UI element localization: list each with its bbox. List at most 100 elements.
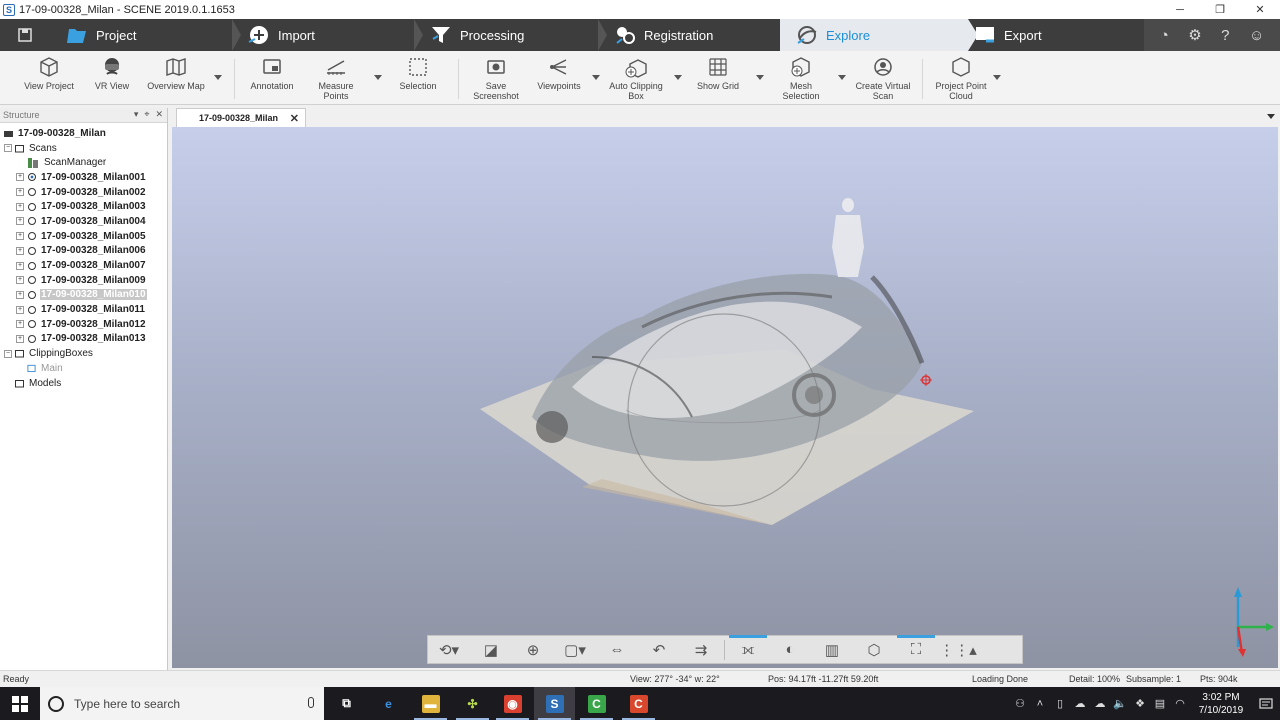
slice-button[interactable]: ▥ bbox=[811, 636, 853, 663]
undo-view-button[interactable]: ↶ bbox=[638, 636, 680, 663]
create-virtual-scan-button[interactable]: Create Virtual Scan bbox=[852, 55, 914, 101]
taskbar-clock[interactable]: 3:02 PM 7/10/2019 bbox=[1190, 691, 1252, 717]
tree-node[interactable]: − ClippingBoxes bbox=[0, 346, 167, 361]
workflow-step-processing[interactable]: Processing bbox=[430, 19, 524, 51]
tree-node[interactable]: +17-09-00328_Milan006 bbox=[0, 244, 167, 259]
expand-icon[interactable]: + bbox=[16, 246, 24, 255]
box-view-button[interactable]: ⬡ bbox=[853, 636, 895, 663]
restore-button[interactable]: ❐ bbox=[1200, 0, 1240, 19]
dropbox-icon[interactable]: ❖ bbox=[1130, 697, 1150, 710]
tree-node[interactable]: +17-09-00328_Milan011 bbox=[0, 302, 167, 317]
help-icon[interactable]: ? bbox=[1221, 27, 1229, 44]
vr-view-button[interactable]: VR View bbox=[90, 55, 134, 91]
taskbar-search-box[interactable]: Type here to search bbox=[40, 687, 324, 720]
workflow-step-import[interactable]: Import bbox=[248, 19, 315, 51]
viewpoints-button[interactable]: Viewpoints bbox=[534, 55, 584, 91]
perspective-button[interactable]: ◪ bbox=[470, 636, 512, 663]
fit-view-button[interactable]: ⛶ bbox=[895, 635, 937, 663]
expand-icon[interactable]: + bbox=[16, 334, 24, 343]
tab-list-dropdown[interactable] bbox=[1267, 114, 1275, 119]
measure-points-dropdown[interactable] bbox=[374, 75, 382, 80]
expand-icon[interactable]: + bbox=[16, 217, 24, 226]
tree-node[interactable]: +17-09-00328_Milan007 bbox=[0, 258, 167, 273]
view-project-button[interactable]: View Project bbox=[22, 55, 76, 91]
expand-icon[interactable]: + bbox=[16, 173, 24, 182]
pin-icon[interactable]: ⌖ bbox=[144, 109, 149, 120]
taskbar-app-scene[interactable]: S bbox=[534, 687, 575, 720]
taskbar-app-camtasia[interactable]: C bbox=[576, 687, 617, 720]
overview-map-dropdown[interactable] bbox=[214, 75, 222, 80]
split-view-button[interactable]: ◐ bbox=[769, 636, 811, 663]
tree-node[interactable]: +17-09-00328_Milan010 bbox=[0, 288, 167, 303]
show-grid-dropdown[interactable] bbox=[756, 75, 764, 80]
chevron-up-icon[interactable]: ˄ bbox=[1030, 698, 1050, 710]
tree-node[interactable]: +17-09-00328_Milan003 bbox=[0, 199, 167, 214]
3d-viewport[interactable]: ⟲▾ ◪ ⊕ ▢▾ ⇔ ↶ ⇉ ⟗ ◐ ▥ ⬡ ⛶ ⋮⋮▴ bbox=[172, 127, 1278, 668]
tree-node[interactable]: 17-09-00328_Milan bbox=[0, 126, 167, 141]
taskbar-app-recorder[interactable]: C bbox=[618, 687, 659, 720]
workflow-step-export[interactable]: Export bbox=[974, 19, 1042, 51]
overview-map-button[interactable]: Overview Map bbox=[144, 55, 208, 91]
taskbar-app-app-green[interactable]: ✣ bbox=[452, 687, 493, 720]
tree-node[interactable]: +17-09-00328_Milan005 bbox=[0, 229, 167, 244]
tree-node[interactable]: − Scans bbox=[0, 141, 167, 156]
tree-node[interactable]: +17-09-00328_Milan002 bbox=[0, 185, 167, 200]
save-screenshot-button[interactable]: Save Screenshot bbox=[470, 55, 522, 101]
tree-node[interactable]: +17-09-00328_Milan009 bbox=[0, 273, 167, 288]
expand-icon[interactable]: + bbox=[16, 232, 24, 241]
save-project-button[interactable] bbox=[0, 19, 50, 51]
taskbar-app-file-explorer[interactable]: ▬ bbox=[410, 687, 451, 720]
tree-node[interactable]: +17-09-00328_Milan001 bbox=[0, 170, 167, 185]
expand-icon[interactable]: + bbox=[16, 290, 24, 299]
usb-icon[interactable]: ▯ bbox=[1050, 697, 1070, 710]
panel-menu-icon[interactable]: ▾ bbox=[134, 109, 139, 120]
annotation-button[interactable]: Annotation bbox=[246, 55, 298, 91]
tree-node[interactable]: ScanManager bbox=[0, 155, 167, 170]
start-button[interactable] bbox=[0, 687, 40, 720]
orbit-button[interactable]: ⟲▾ bbox=[428, 636, 470, 663]
minimize-button[interactable]: ─ bbox=[1160, 0, 1200, 19]
zoom-button[interactable]: ⊕ bbox=[512, 636, 554, 663]
gear-icon[interactable]: ⚙ bbox=[1188, 26, 1201, 44]
volume-icon[interactable]: 🔈 bbox=[1110, 697, 1130, 710]
selection-button[interactable]: Selection bbox=[394, 55, 442, 91]
mesh-selection-button[interactable]: Mesh Selection bbox=[776, 55, 826, 101]
auto-clipping-dropdown[interactable] bbox=[674, 75, 682, 80]
clip-plane-button[interactable]: ⟗ bbox=[727, 635, 769, 663]
taskbar-app-task-view[interactable]: ⧉ bbox=[326, 687, 367, 720]
expand-icon[interactable]: + bbox=[16, 276, 24, 285]
expand-icon[interactable]: + bbox=[16, 188, 24, 197]
tree-node[interactable]: Main bbox=[0, 361, 167, 376]
collapse-icon[interactable]: − bbox=[4, 144, 12, 153]
taskbar-app-chrome[interactable]: ◉ bbox=[492, 687, 533, 720]
tree-node[interactable]: +17-09-00328_Milan012 bbox=[0, 317, 167, 332]
expand-icon[interactable]: + bbox=[16, 305, 24, 314]
measure-points-button[interactable]: Measure Points bbox=[310, 55, 362, 101]
onedrive-icon[interactable]: ☁ bbox=[1070, 697, 1090, 710]
expand-icon[interactable]: + bbox=[16, 261, 24, 270]
panel-close-icon[interactable]: ✕ bbox=[155, 109, 163, 120]
workflow-step-explore[interactable]: Explore bbox=[796, 19, 870, 51]
cloud-icon[interactable]: ☁ bbox=[1090, 697, 1110, 710]
mesh-selection-dropdown[interactable] bbox=[838, 75, 846, 80]
project-point-cloud-dropdown[interactable] bbox=[993, 75, 1001, 80]
collapse-icon[interactable]: − bbox=[4, 349, 12, 358]
wifi-icon[interactable]: ◠ bbox=[1170, 697, 1190, 710]
expand-icon[interactable]: + bbox=[16, 202, 24, 211]
reset-view-button[interactable]: ⇉ bbox=[680, 636, 722, 663]
network-icon[interactable]: ▤ bbox=[1150, 697, 1170, 710]
show-grid-button[interactable]: Show Grid bbox=[694, 55, 742, 91]
people-icon[interactable]: ⚇ bbox=[1010, 697, 1030, 710]
sync-icon[interactable]: ◔ bbox=[1160, 27, 1169, 44]
viewpoints-dropdown[interactable] bbox=[592, 75, 600, 80]
feedback-icon[interactable]: ☺ bbox=[1249, 27, 1264, 44]
action-center-button[interactable] bbox=[1252, 687, 1280, 720]
more-tools-button[interactable]: ⋮⋮▴ bbox=[937, 636, 979, 663]
workflow-step-project[interactable]: Project bbox=[66, 19, 136, 51]
expand-icon[interactable]: + bbox=[16, 320, 24, 329]
taskbar-app-edge[interactable]: e bbox=[368, 687, 409, 720]
tree-node[interactable]: +17-09-00328_Milan013 bbox=[0, 332, 167, 347]
auto-clipping-box-button[interactable]: Auto Clipping Box bbox=[606, 55, 666, 101]
tree-node[interactable]: +17-09-00328_Milan004 bbox=[0, 214, 167, 229]
walk-mode-button[interactable]: ⇔ bbox=[596, 636, 638, 663]
